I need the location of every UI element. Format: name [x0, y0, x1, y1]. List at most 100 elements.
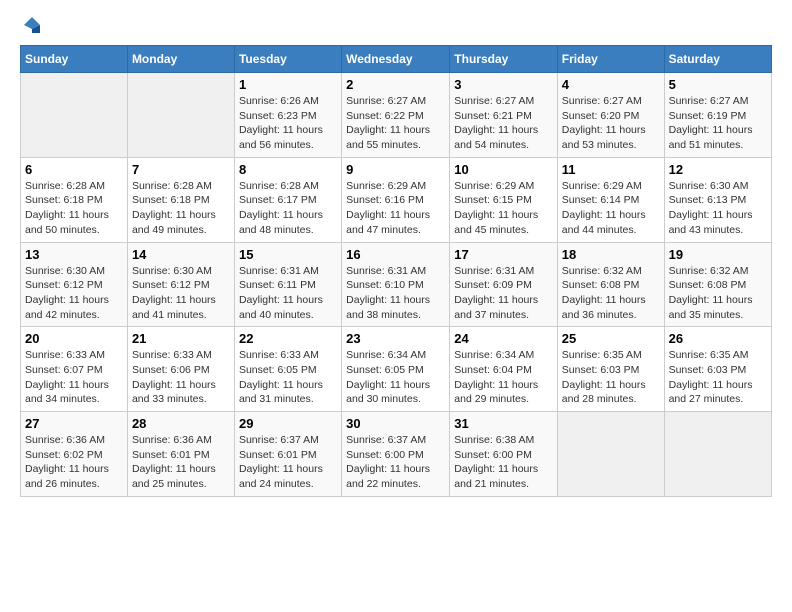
calendar-week-row: 1 Sunrise: 6:26 AM Sunset: 6:23 PM Daylig… — [21, 73, 772, 158]
day-info: Sunrise: 6:26 AM Sunset: 6:23 PM Dayligh… — [239, 94, 337, 153]
calendar-cell: 31 Sunrise: 6:38 AM Sunset: 6:00 PM Dayli… — [450, 412, 558, 497]
day-number: 19 — [669, 247, 767, 262]
day-number: 14 — [132, 247, 230, 262]
day-number: 12 — [669, 162, 767, 177]
calendar-cell: 8 Sunrise: 6:28 AM Sunset: 6:17 PM Daylig… — [234, 157, 341, 242]
calendar-cell: 29 Sunrise: 6:37 AM Sunset: 6:01 PM Dayli… — [234, 412, 341, 497]
day-info: Sunrise: 6:30 AM Sunset: 6:12 PM Dayligh… — [25, 264, 123, 323]
day-info: Sunrise: 6:34 AM Sunset: 6:04 PM Dayligh… — [454, 348, 553, 407]
calendar-cell — [557, 412, 664, 497]
calendar-cell: 2 Sunrise: 6:27 AM Sunset: 6:22 PM Daylig… — [342, 73, 450, 158]
day-info: Sunrise: 6:27 AM Sunset: 6:20 PM Dayligh… — [562, 94, 660, 153]
calendar-cell: 22 Sunrise: 6:33 AM Sunset: 6:05 PM Dayli… — [234, 327, 341, 412]
day-info: Sunrise: 6:28 AM Sunset: 6:18 PM Dayligh… — [25, 179, 123, 238]
day-info: Sunrise: 6:27 AM Sunset: 6:21 PM Dayligh… — [454, 94, 553, 153]
calendar-cell: 14 Sunrise: 6:30 AM Sunset: 6:12 PM Dayli… — [127, 242, 234, 327]
calendar-cell: 15Sunrise: 6:31 AM Sunset: 6:11 PM Dayli… — [234, 242, 341, 327]
calendar-cell: 17 Sunrise: 6:31 AM Sunset: 6:09 PM Dayli… — [450, 242, 558, 327]
day-info: Sunrise: 6:34 AM Sunset: 6:05 PM Dayligh… — [346, 348, 445, 407]
calendar-cell: 27 Sunrise: 6:36 AM Sunset: 6:02 PM Dayli… — [21, 412, 128, 497]
logo — [20, 20, 42, 35]
day-info: Sunrise: 6:32 AM Sunset: 6:08 PM Dayligh… — [562, 264, 660, 323]
day-number: 30 — [346, 416, 445, 431]
day-info: Sunrise: 6:33 AM Sunset: 6:05 PM Dayligh… — [239, 348, 337, 407]
day-info: Sunrise: 6:37 AM Sunset: 6:01 PM Dayligh… — [239, 433, 337, 492]
day-number: 17 — [454, 247, 553, 262]
day-number: 16 — [346, 247, 445, 262]
calendar-cell: 4 Sunrise: 6:27 AM Sunset: 6:20 PM Daylig… — [557, 73, 664, 158]
day-of-week-header: Sunday — [21, 46, 128, 73]
day-number: 11 — [562, 162, 660, 177]
day-number: 27 — [25, 416, 123, 431]
day-info: Sunrise: 6:33 AM Sunset: 6:06 PM Dayligh… — [132, 348, 230, 407]
day-number: 5 — [669, 77, 767, 92]
day-number: 13 — [25, 247, 123, 262]
page-header — [20, 20, 772, 35]
day-number: 21 — [132, 331, 230, 346]
day-info: Sunrise: 6:31 AM Sunset: 6:10 PM Dayligh… — [346, 264, 445, 323]
calendar-week-row: 13 Sunrise: 6:30 AM Sunset: 6:12 PM Dayli… — [21, 242, 772, 327]
calendar-week-row: 27 Sunrise: 6:36 AM Sunset: 6:02 PM Dayli… — [21, 412, 772, 497]
day-number: 29 — [239, 416, 337, 431]
day-number: 1 — [239, 77, 337, 92]
day-number: 22 — [239, 331, 337, 346]
calendar-cell: 23 Sunrise: 6:34 AM Sunset: 6:05 PM Dayli… — [342, 327, 450, 412]
day-info: Sunrise: 6:35 AM Sunset: 6:03 PM Dayligh… — [669, 348, 767, 407]
day-of-week-header: Tuesday — [234, 46, 341, 73]
day-number: 25 — [562, 331, 660, 346]
day-number: 23 — [346, 331, 445, 346]
calendar-cell — [127, 73, 234, 158]
day-of-week-header: Saturday — [664, 46, 771, 73]
day-number: 31 — [454, 416, 553, 431]
day-info: Sunrise: 6:33 AM Sunset: 6:07 PM Dayligh… — [25, 348, 123, 407]
calendar-cell: 12Sunrise: 6:30 AM Sunset: 6:13 PM Dayli… — [664, 157, 771, 242]
day-of-week-header: Thursday — [450, 46, 558, 73]
calendar-cell: 26 Sunrise: 6:35 AM Sunset: 6:03 PM Dayli… — [664, 327, 771, 412]
calendar-cell: 5 Sunrise: 6:27 AM Sunset: 6:19 PM Daylig… — [664, 73, 771, 158]
day-number: 10 — [454, 162, 553, 177]
calendar-header-row: SundayMondayTuesdayWednesdayThursdayFrid… — [21, 46, 772, 73]
day-info: Sunrise: 6:28 AM Sunset: 6:17 PM Dayligh… — [239, 179, 337, 238]
calendar-cell: 13 Sunrise: 6:30 AM Sunset: 6:12 PM Dayli… — [21, 242, 128, 327]
day-info: Sunrise: 6:30 AM Sunset: 6:12 PM Dayligh… — [132, 264, 230, 323]
calendar-cell: 24 Sunrise: 6:34 AM Sunset: 6:04 PM Dayli… — [450, 327, 558, 412]
day-number: 20 — [25, 331, 123, 346]
day-number: 2 — [346, 77, 445, 92]
calendar-table: SundayMondayTuesdayWednesdayThursdayFrid… — [20, 45, 772, 497]
calendar-cell: 11 Sunrise: 6:29 AM Sunset: 6:14 PM Dayli… — [557, 157, 664, 242]
day-of-week-header: Wednesday — [342, 46, 450, 73]
calendar-cell: 1 Sunrise: 6:26 AM Sunset: 6:23 PM Daylig… — [234, 73, 341, 158]
day-number: 6 — [25, 162, 123, 177]
day-number: 8 — [239, 162, 337, 177]
day-info: Sunrise: 6:29 AM Sunset: 6:16 PM Dayligh… — [346, 179, 445, 238]
day-info: Sunrise: 6:27 AM Sunset: 6:19 PM Dayligh… — [669, 94, 767, 153]
calendar-cell — [664, 412, 771, 497]
day-info: Sunrise: 6:29 AM Sunset: 6:15 PM Dayligh… — [454, 179, 553, 238]
day-info: Sunrise: 6:38 AM Sunset: 6:00 PM Dayligh… — [454, 433, 553, 492]
day-number: 4 — [562, 77, 660, 92]
calendar-cell: 9 Sunrise: 6:29 AM Sunset: 6:16 PM Daylig… — [342, 157, 450, 242]
day-number: 28 — [132, 416, 230, 431]
calendar-cell: 10 Sunrise: 6:29 AM Sunset: 6:15 PM Dayli… — [450, 157, 558, 242]
day-number: 3 — [454, 77, 553, 92]
calendar-cell: 18Sunrise: 6:32 AM Sunset: 6:08 PM Dayli… — [557, 242, 664, 327]
calendar-cell: 3 Sunrise: 6:27 AM Sunset: 6:21 PM Daylig… — [450, 73, 558, 158]
day-number: 9 — [346, 162, 445, 177]
day-info: Sunrise: 6:32 AM Sunset: 6:08 PM Dayligh… — [669, 264, 767, 323]
day-of-week-header: Friday — [557, 46, 664, 73]
day-number: 26 — [669, 331, 767, 346]
day-info: Sunrise: 6:31 AM Sunset: 6:11 PM Dayligh… — [239, 264, 337, 323]
calendar-cell: 25Sunrise: 6:35 AM Sunset: 6:03 PM Dayli… — [557, 327, 664, 412]
calendar-cell: 7Sunrise: 6:28 AM Sunset: 6:18 PM Daylig… — [127, 157, 234, 242]
day-number: 24 — [454, 331, 553, 346]
calendar-week-row: 20 Sunrise: 6:33 AM Sunset: 6:07 PM Dayli… — [21, 327, 772, 412]
day-info: Sunrise: 6:37 AM Sunset: 6:00 PM Dayligh… — [346, 433, 445, 492]
day-info: Sunrise: 6:29 AM Sunset: 6:14 PM Dayligh… — [562, 179, 660, 238]
logo-icon — [22, 15, 42, 35]
calendar-cell: 30 Sunrise: 6:37 AM Sunset: 6:00 PM Dayli… — [342, 412, 450, 497]
day-info: Sunrise: 6:36 AM Sunset: 6:02 PM Dayligh… — [25, 433, 123, 492]
calendar-cell: 19 Sunrise: 6:32 AM Sunset: 6:08 PM Dayli… — [664, 242, 771, 327]
day-info: Sunrise: 6:27 AM Sunset: 6:22 PM Dayligh… — [346, 94, 445, 153]
day-info: Sunrise: 6:31 AM Sunset: 6:09 PM Dayligh… — [454, 264, 553, 323]
calendar-cell: 20 Sunrise: 6:33 AM Sunset: 6:07 PM Dayli… — [21, 327, 128, 412]
